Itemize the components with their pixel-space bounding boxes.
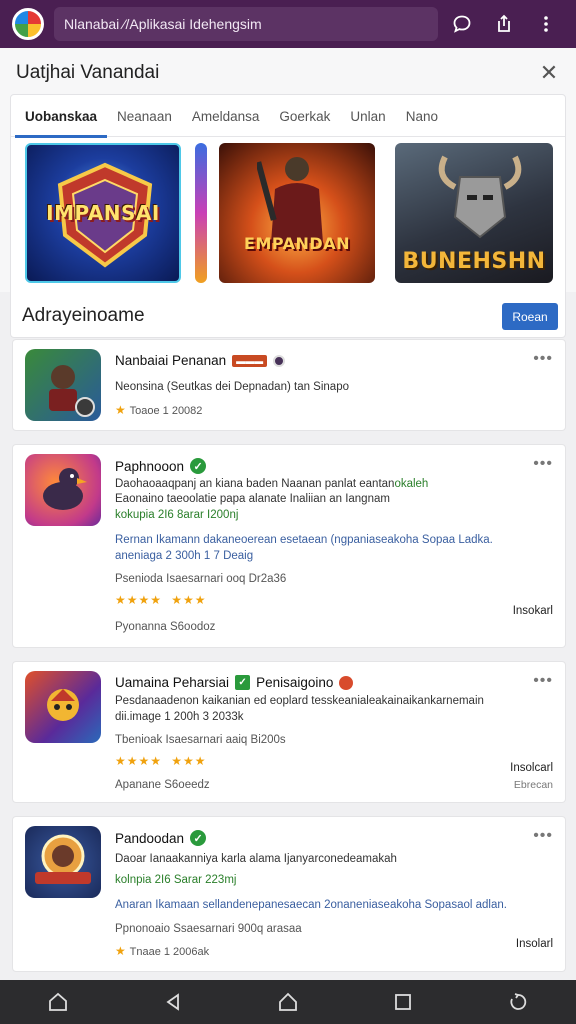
app-title: Paphnooon ✓ xyxy=(115,458,207,474)
app-rating-text: Toaoe 1 20082 xyxy=(129,405,203,417)
rating-stars-secondary: ★★★ xyxy=(171,593,207,607)
address-bar[interactable]: Nlanabai ⁄/Aplikasai Idehengsim xyxy=(54,7,438,41)
banner-2[interactable]: EMPANDAN xyxy=(219,143,375,283)
share-icon[interactable] xyxy=(486,6,522,42)
app-title-text: Paphnooon xyxy=(115,458,185,474)
app-icon xyxy=(25,671,101,743)
app-card[interactable]: Nanbaiai Penanan ▬▬▬ ••• Neonsina (Seutk… xyxy=(12,339,566,431)
tab-3[interactable]: Goerkak xyxy=(269,95,340,137)
app-title: Nanbaiai Penanan ▬▬▬ xyxy=(115,353,286,368)
rating-stars: ★★★★ xyxy=(115,754,163,768)
app-rating: ★★★★ ★★★ xyxy=(115,593,206,607)
browser-top-bar: Nlanabai ⁄/Aplikasai Idehengsim xyxy=(0,0,576,48)
star-icon: ★ xyxy=(115,944,127,958)
banner-3[interactable]: BUNEHSHN xyxy=(395,143,553,283)
banner-2-title: EMPANDAN xyxy=(244,233,350,253)
app-title: Pandoodan ✓ xyxy=(115,830,207,846)
app-rating: ★ Tnaae 1 2006ak xyxy=(115,944,209,958)
banner-1-title: IMPANSAI xyxy=(46,201,160,225)
app-review-date: aneniaga 2 300h 1 7 Deaig xyxy=(115,550,254,562)
app-description: Neonsina (Seutkas dei Depnadan) tan Sina… xyxy=(115,381,349,393)
banner-carousel: IMPANSAI EMPANDAN BUNEHSHN xyxy=(11,143,565,283)
app-review: Anaran Ikamaan sellandenepanesaecan 2ona… xyxy=(115,899,507,911)
warrior-mask-icon xyxy=(438,155,522,239)
app-stats: Psenioda Isaesarnari ooq Dr2a36 xyxy=(115,573,287,585)
app-description: Daoar Ianaakanniya karla alama Ijanyarco… xyxy=(115,853,397,865)
app-description: Pesdanaadenon kaikanian ed eoplard tessk… xyxy=(115,695,484,707)
close-icon[interactable]: ✕ xyxy=(538,62,560,84)
banner-3-title: BUNEHSHN xyxy=(402,248,546,274)
app-stats: Ppnonoaio Ssaesarnari 900q arasaa xyxy=(115,923,302,935)
featured-card: Uobanskaa Neanaan Ameldansa Goerkak Unla… xyxy=(10,94,566,338)
rating-stars-secondary: ★★★ xyxy=(171,754,207,768)
address-text: Nlanabai ⁄/Aplikasai Idehengsim xyxy=(64,16,262,32)
app-card[interactable]: Pandoodan ✓ ••• Daoar Ianaakanniya karla… xyxy=(12,816,566,972)
rating-stars: ★★★★ xyxy=(115,593,163,607)
app-logo[interactable] xyxy=(12,8,44,40)
app-meta: kokupia 2I6 8arar I200nj xyxy=(115,509,239,521)
verified-icon: ✓ xyxy=(235,675,251,690)
recents-icon[interactable] xyxy=(383,982,423,1022)
app-stats: Tbenioak Isaesarnari aaiq Bi200s xyxy=(115,734,286,746)
app-title-secondary: Penisaigoino xyxy=(256,675,334,690)
tab-5[interactable]: Nano xyxy=(396,95,448,137)
app-title: Uamaina Peharsiai ✓ Penisaigoino xyxy=(115,675,354,690)
install-button[interactable]: Insokarl xyxy=(513,605,553,617)
tab-bar: Uobanskaa Neanaan Ameldansa Goerkak Unla… xyxy=(11,95,565,138)
section-action-button[interactable]: Roean xyxy=(502,303,558,330)
star-icon: ★ xyxy=(115,403,127,417)
back-icon[interactable] xyxy=(153,982,193,1022)
app-rating: ★★★★ ★★★ xyxy=(115,754,206,768)
app-footer: Apanane S6oeedz xyxy=(115,779,210,791)
app-description-highlight: okaleh xyxy=(394,478,429,490)
app-title-text: Pandoodan xyxy=(115,830,185,846)
more-options-icon[interactable]: ••• xyxy=(533,350,553,368)
install-button[interactable]: Insolcarl xyxy=(510,762,553,774)
more-options-icon[interactable]: ••• xyxy=(533,827,553,845)
app-icon xyxy=(25,454,101,526)
featured-panel: Uatjhai Vanandai ✕ Uobanskaa Neanaan Ame… xyxy=(0,48,576,338)
app-description-2: Eaonaino taeoolatie papa alanate Inaliia… xyxy=(115,493,390,505)
app-title-text: Nanbaiai Penanan xyxy=(115,353,227,368)
app-rating: ★ Toaoe 1 20082 xyxy=(115,403,202,417)
verified-icon: ✓ xyxy=(190,830,207,846)
verified-icon: ✓ xyxy=(190,458,207,474)
app-description-text: Daohaoaaqpanj an kiana baden Naanan panl… xyxy=(115,478,395,490)
home-icon[interactable] xyxy=(268,982,308,1022)
app-rating-text: Tnaae 1 2006ak xyxy=(129,946,210,958)
app-footer: Pyonanna S6oodoz xyxy=(115,621,216,633)
more-options-icon[interactable]: ••• xyxy=(533,455,553,473)
tab-4[interactable]: Unlan xyxy=(340,95,395,137)
app-review: Rernan Ikamann dakaneoerean esetaean (ng… xyxy=(115,534,493,546)
app-meta: kolnpia 2I6 Sarar 223mj xyxy=(115,874,237,886)
promo-badge: ▬▬▬ xyxy=(232,354,268,367)
install-button[interactable]: Insolarl xyxy=(516,938,553,950)
more-vertical-icon[interactable] xyxy=(528,6,564,42)
home-outline-icon[interactable] xyxy=(38,982,78,1022)
app-description: Daohaoaaqpanj an kiana baden Naanan panl… xyxy=(115,478,428,490)
tab-0[interactable]: Uobanskaa xyxy=(15,95,108,138)
panel-title: Uatjhai Vanandai xyxy=(16,62,160,83)
system-nav-bar xyxy=(0,980,576,1024)
section-title: Adrayeinoame xyxy=(22,305,145,326)
tab-1[interactable]: Neanaan xyxy=(107,95,182,137)
app-title-text: Uamaina Peharsiai xyxy=(115,675,230,690)
rotate-icon[interactable] xyxy=(498,982,538,1022)
more-options-icon[interactable]: ••• xyxy=(533,672,553,690)
tab-2[interactable]: Ameldansa xyxy=(182,95,270,137)
banner-1[interactable]: IMPANSAI xyxy=(25,143,181,283)
install-subtext: Ebrecan xyxy=(513,779,553,791)
app-meta: dii.image 1 200h 3 2033k xyxy=(115,711,244,723)
app-card[interactable]: Paphnooon ✓ ••• Daohaoaaqpanj an kiana b… xyxy=(12,444,566,648)
app-card[interactable]: Uamaina Peharsiai ✓ Penisaigoino ••• Pes… xyxy=(12,661,566,803)
app-icon xyxy=(25,826,101,898)
developer-icon xyxy=(273,354,286,367)
banner-edge xyxy=(195,143,207,283)
developer-icon xyxy=(339,675,354,690)
app-icon xyxy=(25,349,101,421)
chat-icon[interactable] xyxy=(444,6,480,42)
